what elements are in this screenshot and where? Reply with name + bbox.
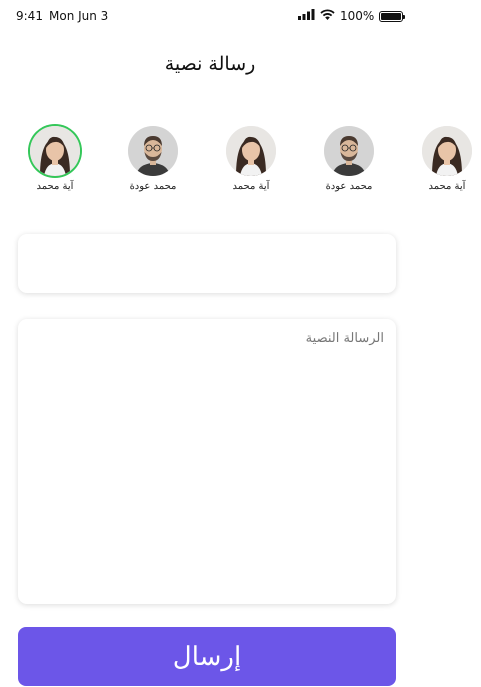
status-time: 9:41 xyxy=(16,9,43,23)
male-avatar xyxy=(324,126,374,176)
send-button[interactable]: إرسال xyxy=(18,627,396,686)
contact-name: محمد عودة xyxy=(129,181,177,192)
battery-icon xyxy=(379,10,406,22)
contact-selector: آية محمد محمد عودة آية محمد محمد عودة آية مح… xyxy=(0,126,481,198)
battery-percentage: 100% xyxy=(340,9,375,23)
subject-field-card xyxy=(18,234,396,293)
message-field-card xyxy=(18,319,396,604)
female-avatar xyxy=(226,126,276,176)
contact-item[interactable]: آية محمد xyxy=(417,126,477,192)
wifi-icon xyxy=(320,9,335,23)
status-bar: 9:41 Mon Jun 3 100% xyxy=(0,0,406,34)
contact-item[interactable]: آية محمد xyxy=(221,126,281,192)
contact-name: محمد عودة xyxy=(325,181,373,192)
contact-item[interactable]: محمد عودة xyxy=(123,126,183,192)
contact-item[interactable]: آية محمد xyxy=(25,126,85,192)
contact-item[interactable]: محمد عودة xyxy=(319,126,379,192)
contact-name: آية محمد xyxy=(232,181,270,192)
page-title: رسالة نصية xyxy=(164,53,256,75)
contact-name: آية محمد xyxy=(36,181,74,192)
male-avatar xyxy=(128,126,178,176)
female-avatar xyxy=(30,126,80,176)
cellular-signal-icon xyxy=(298,9,315,23)
contact-name: آية محمد xyxy=(428,181,466,192)
female-avatar xyxy=(422,126,472,176)
status-date: Mon Jun 3 xyxy=(49,9,109,23)
subject-input[interactable] xyxy=(18,234,396,293)
status-indicators: 100% xyxy=(298,9,406,23)
message-textarea[interactable] xyxy=(18,319,396,604)
